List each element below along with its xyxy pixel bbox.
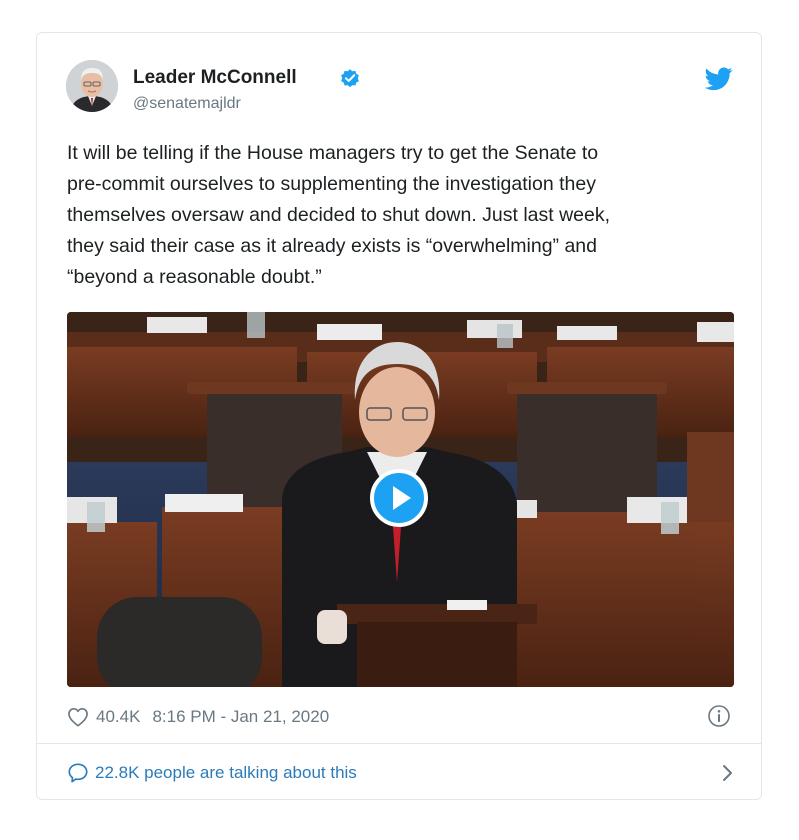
avatar-image (66, 60, 118, 112)
speech-bubble-icon (68, 763, 88, 783)
like-count[interactable]: 40.4K (96, 707, 140, 727)
tweet-timestamp[interactable]: 8:16 PM - Jan 21, 2020 (152, 707, 329, 727)
heart-icon[interactable] (67, 707, 89, 727)
conversation-link[interactable]: 22.8K people are talking about this (67, 758, 735, 788)
divider (37, 743, 761, 744)
tweet-video[interactable] (67, 312, 734, 687)
author-handle[interactable]: @senatemajldr (133, 95, 241, 113)
verified-badge-icon (341, 69, 359, 88)
info-icon[interactable] (707, 704, 731, 728)
play-icon[interactable] (370, 469, 428, 527)
chevron-right-icon[interactable] (719, 763, 735, 783)
author-display-name[interactable]: Leader McConnell (133, 67, 297, 89)
twitter-bird-icon[interactable] (705, 67, 733, 91)
author-avatar[interactable] (66, 60, 118, 112)
tweet-meta: 40.4K 8:16 PM - Jan 21, 2020 (67, 703, 329, 731)
tweet-card: Leader McConnell @senatemajldr It will b… (36, 32, 762, 800)
tweet-text: It will be telling if the House managers… (67, 142, 611, 288)
conversation-text[interactable]: 22.8K people are talking about this (95, 763, 357, 783)
